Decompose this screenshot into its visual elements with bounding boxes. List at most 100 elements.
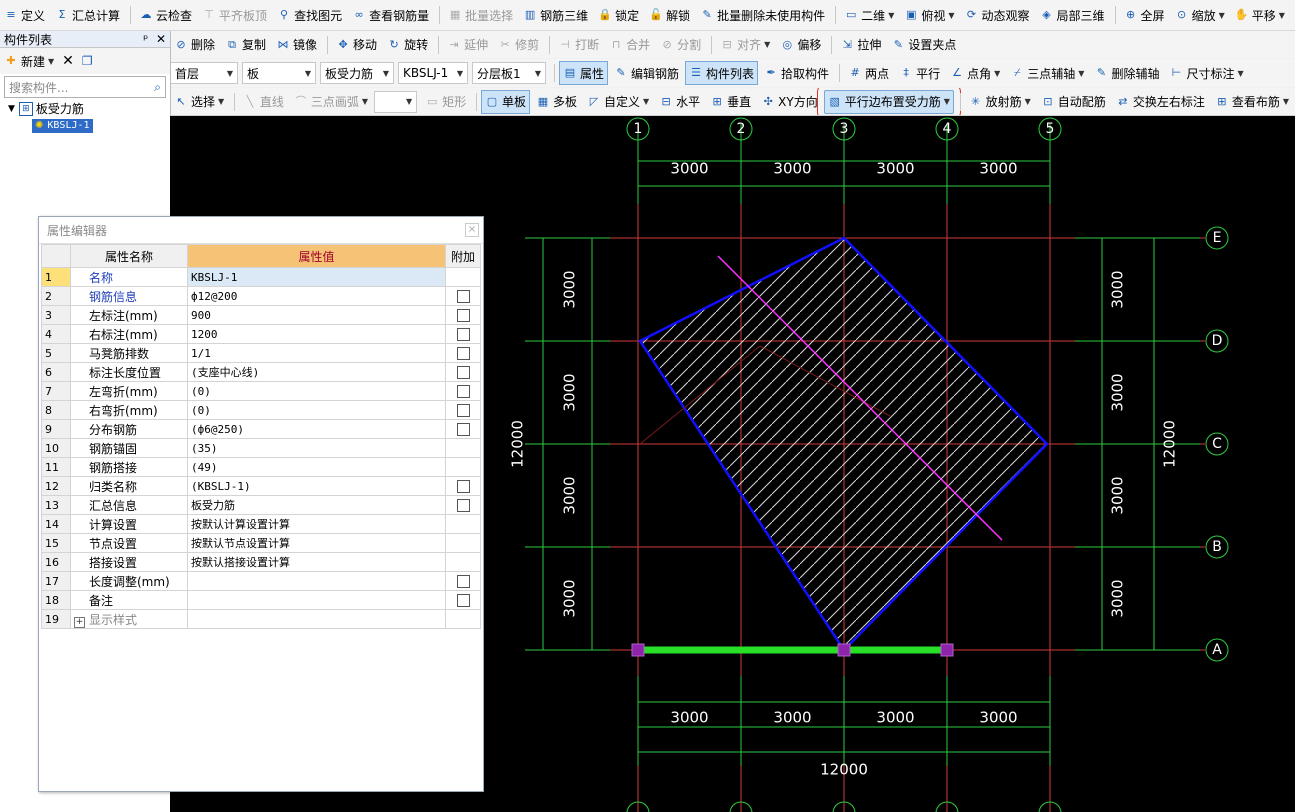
view-rebar-button[interactable]: ⊞ 查看布筋 ▼ — [1211, 90, 1293, 114]
fullscreen-button[interactable]: ⊕ 全屏 — [1120, 3, 1169, 27]
property-value[interactable]: 板受力筋 — [187, 495, 446, 515]
move-button[interactable]: ✥ 移动 — [332, 33, 381, 57]
align-button[interactable]: ⊟ 对齐 ▼ — [716, 33, 774, 57]
tree-item[interactable]: ✺ KBSLJ-1 — [0, 117, 170, 134]
floor-select[interactable]: 首层 ▼ — [170, 62, 238, 84]
extra-checkbox[interactable] — [456, 366, 470, 379]
chevron-down-icon[interactable]: ▼ — [1219, 11, 1225, 20]
lock-button[interactable]: 🔒 锁定 — [594, 3, 643, 27]
property-row[interactable]: 15 节点设置 按默认节点设置计算 — [41, 533, 481, 553]
property-row[interactable]: 8 右弯折(mm) (0) — [41, 400, 481, 420]
tree-root[interactable]: ▼ ⊞ 板受力筋 — [0, 100, 170, 117]
chevron-down-icon[interactable]: ▼ — [1279, 11, 1285, 20]
new-button[interactable]: 新建 — [21, 53, 45, 70]
property-value[interactable]: 1200 — [187, 324, 446, 344]
stretch-button[interactable]: ⇲ 拉伸 — [836, 33, 885, 57]
expand-icon[interactable]: + — [74, 616, 85, 628]
align-top-button[interactable]: ⊤ 平齐板顶 — [198, 3, 271, 27]
line-button[interactable]: ╲ 直线 — [239, 90, 288, 114]
chevron-down-icon[interactable]: ▼ — [1025, 97, 1031, 106]
component-select[interactable]: KBSLJ-1 ▼ — [398, 62, 468, 84]
grip-button[interactable]: ✎ 设置夹点 — [887, 33, 960, 57]
dimension-button[interactable]: ⊢ 尺寸标注 ▼ — [1165, 61, 1247, 85]
type-select[interactable]: 板受力筋 ▼ — [320, 62, 394, 84]
sigma-button[interactable]: Σ 汇总计算 — [51, 3, 124, 27]
property-value[interactable]: KBSLJ-1 — [187, 267, 446, 287]
extra-checkbox[interactable] — [456, 328, 470, 341]
chevron-down-icon[interactable]: ▼ — [994, 69, 1000, 78]
layer-select[interactable]: 分层板1 ▼ — [472, 62, 546, 84]
property-row[interactable]: 7 左弯折(mm) (0) — [41, 381, 481, 401]
property-row[interactable]: 1 名称 KBSLJ-1 — [41, 267, 481, 287]
batch-delete-button[interactable]: ✎ 批量删除未使用构件 — [696, 3, 829, 27]
property-value[interactable]: (KBSLJ-1) — [187, 476, 446, 496]
property-value[interactable]: 1/1 — [187, 343, 446, 363]
property-value[interactable]: ф12@200 — [187, 286, 446, 306]
property-value[interactable]: (35) — [187, 438, 446, 458]
property-row[interactable]: 19 + 显示样式 — [41, 609, 481, 629]
extra-checkbox[interactable] — [456, 480, 470, 493]
point-angle-button[interactable]: ∠ 点角 ▼ — [946, 61, 1004, 85]
split-button[interactable]: ⊘ 分割 — [656, 33, 705, 57]
orbit-button[interactable]: ⟳ 动态观察 — [961, 3, 1034, 27]
chevron-down-icon[interactable]: ▼ — [888, 11, 894, 20]
pick-button[interactable]: ✒ 拾取构件 — [760, 61, 833, 85]
property-row[interactable]: 10 钢筋锚固 (35) — [41, 438, 481, 458]
property-value[interactable]: (0) — [187, 400, 446, 420]
auto-rebar-button[interactable]: ⊡ 自动配筋 — [1037, 90, 1110, 114]
extra-checkbox[interactable] — [456, 499, 470, 512]
mirror-button[interactable]: ⋈ 镜像 — [272, 33, 321, 57]
property-row[interactable]: 16 搭接设置 按默认搭接设置计算 — [41, 552, 481, 572]
extra-checkbox[interactable] — [456, 290, 470, 303]
radial-button[interactable]: ✳ 放射筋 ▼ — [965, 90, 1035, 114]
unlock-button[interactable]: 🔓 解锁 — [645, 3, 694, 27]
property-value[interactable]: (49) — [187, 457, 446, 477]
pin-icon[interactable]: ᵖ — [143, 32, 148, 46]
search-input[interactable]: 搜索构件... ⌕ — [4, 76, 166, 98]
property-row[interactable]: 17 长度调整(mm) — [41, 571, 481, 591]
search-icon[interactable]: ⌕ — [154, 80, 161, 95]
select-cursor-button[interactable]: ↖ 选择 ▼ — [170, 90, 228, 114]
chevron-down-icon[interactable]: ▼ — [406, 97, 412, 106]
rectangle-button[interactable]: ▭ 矩形 — [421, 90, 470, 114]
property-value[interactable] — [187, 571, 446, 591]
property-row[interactable]: 4 右标注(mm) 1200 — [41, 324, 481, 344]
vertical-button[interactable]: ⊞ 垂直 — [706, 90, 755, 114]
extra-checkbox[interactable] — [456, 309, 470, 322]
chevron-down-icon[interactable]: ▼ — [944, 97, 950, 106]
property-value[interactable]: 按默认计算设置计算 — [187, 514, 446, 534]
property-row[interactable]: 6 标注长度位置 (支座中心线) — [41, 362, 481, 382]
property-value[interactable]: 900 — [187, 305, 446, 325]
component-list-button[interactable]: ☰ 构件列表 — [685, 61, 759, 85]
extra-checkbox[interactable] — [456, 575, 470, 588]
three-point-axis-button[interactable]: ⌿ 三点辅轴 ▼ — [1006, 61, 1088, 85]
property-value[interactable]: (0) — [187, 381, 446, 401]
copy-button[interactable]: ⧉ 复制 — [221, 33, 270, 57]
property-value[interactable]: 按默认节点设置计算 — [187, 533, 446, 553]
offset-button[interactable]: ◎ 偏移 — [776, 33, 825, 57]
extra-checkbox[interactable] — [456, 347, 470, 360]
delete-icon[interactable]: ✕ — [62, 53, 74, 69]
2d-button[interactable]: ▭ 二维 ▼ — [840, 3, 898, 27]
property-row[interactable]: 5 马凳筋排数 1/1 — [41, 343, 481, 363]
chevron-down-icon[interactable]: ▼ — [764, 40, 770, 49]
property-row[interactable]: 18 备注 — [41, 590, 481, 610]
chevron-down-icon[interactable]: ▼ — [643, 97, 649, 106]
two-point-axis-button[interactable]: # 两点 — [844, 61, 893, 85]
property-row[interactable]: 13 汇总信息 板受力筋 — [41, 495, 481, 515]
category-select[interactable]: 板 ▼ — [242, 62, 316, 84]
property-row[interactable]: 12 归类名称 (KBSLJ-1) — [41, 476, 481, 496]
pan-button[interactable]: ✋ 平移 ▼ — [1231, 3, 1289, 27]
property-value[interactable]: (ф6@250) — [187, 419, 446, 439]
single-slab-button[interactable]: ▢ 单板 — [480, 89, 530, 114]
tree-item-selected[interactable]: ✺ KBSLJ-1 — [32, 118, 93, 133]
swap-label-button[interactable]: ⇄ 交换左右标注 — [1112, 90, 1209, 114]
break-button[interactable]: ⊣ 打断 — [554, 33, 603, 57]
zoom-button[interactable]: ⊙ 缩放 ▼ — [1171, 3, 1229, 27]
cloud-check-button[interactable]: ☁ 云检查 — [135, 3, 196, 27]
close-icon[interactable]: ✕ — [156, 32, 166, 46]
chevron-down-icon[interactable]: ▼ — [948, 11, 954, 20]
extend-button[interactable]: ⇥ 延伸 — [443, 33, 492, 57]
chevron-down-icon[interactable]: ▼ — [1283, 97, 1289, 106]
merge-button[interactable]: ⊓ 合并 — [605, 33, 654, 57]
